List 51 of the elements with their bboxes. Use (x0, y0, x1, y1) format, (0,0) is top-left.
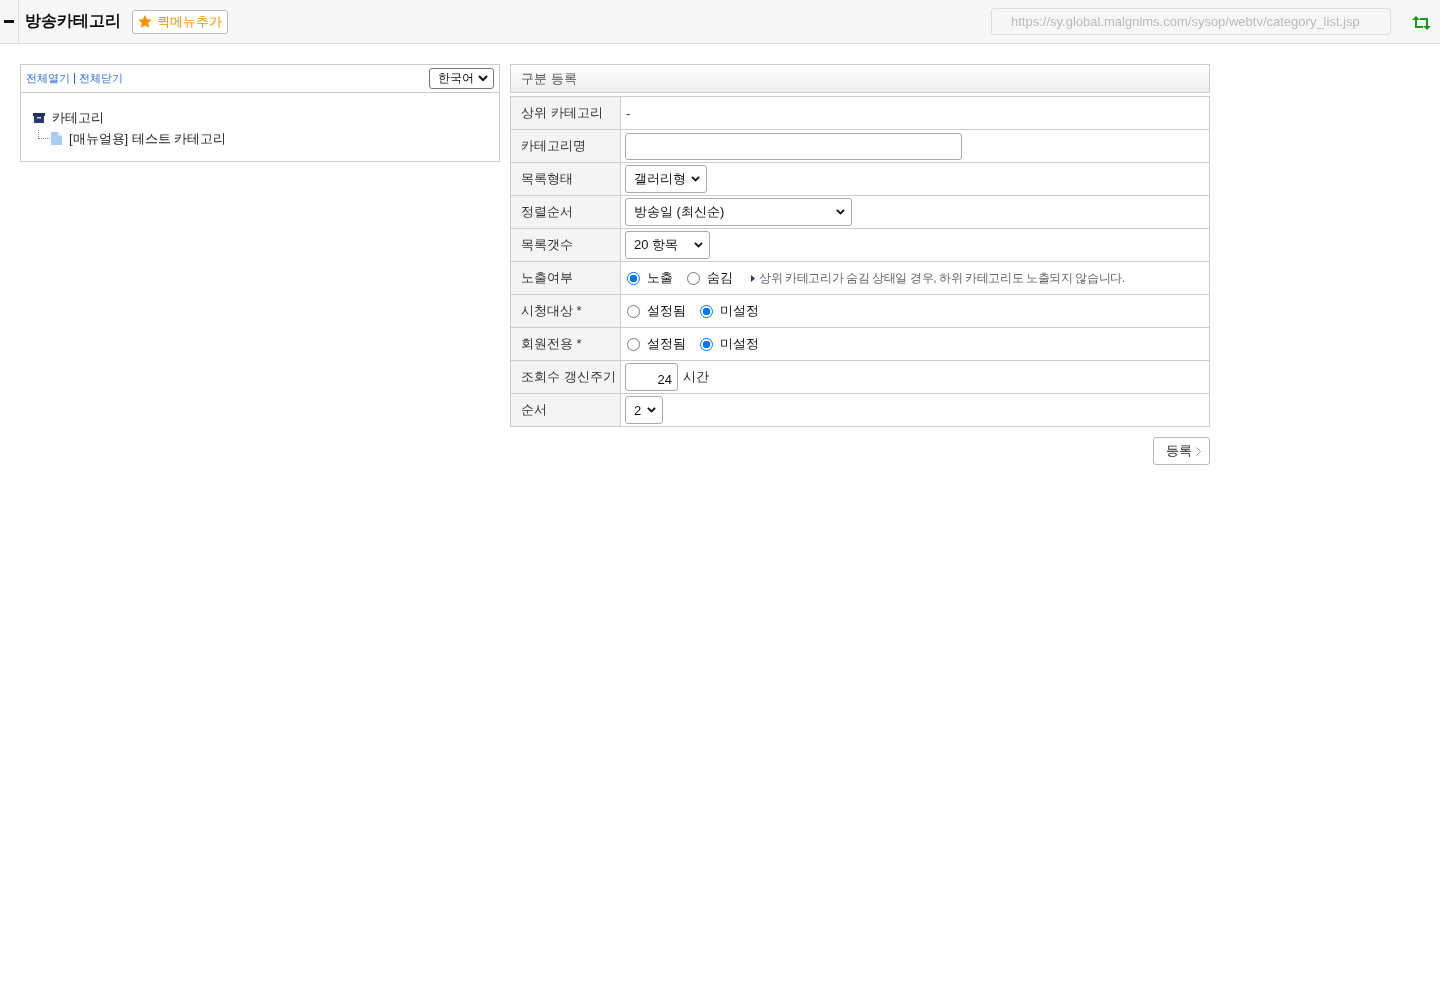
radio-label: 노출 (647, 269, 673, 287)
select-field[interactable]: 방송일 (최신순) (625, 198, 852, 226)
star-icon (138, 15, 152, 28)
expand-all-link[interactable]: 전체열기 (26, 71, 70, 86)
field-label: 목록갯수 (511, 229, 621, 261)
caret-icon (836, 209, 845, 215)
field-label: 노출여부 (511, 262, 621, 294)
refresh-icon[interactable] (1412, 15, 1431, 30)
submit-button[interactable]: 등록 (1153, 437, 1210, 465)
text-field[interactable] (625, 132, 962, 160)
collapse-all-link[interactable]: 전체닫기 (79, 71, 123, 86)
select-field[interactable]: 갤러리형 (625, 165, 707, 193)
radio-button[interactable] (700, 337, 713, 351)
tree-connector (38, 130, 50, 139)
field-label: 정렬순서 (511, 196, 621, 228)
select-field[interactable]: 20 항목 (625, 231, 710, 259)
chevron-right-icon (1196, 446, 1201, 456)
archive-box-icon (33, 112, 45, 123)
radio-label: 미설정 (720, 302, 759, 320)
radio-label: 미설정 (720, 335, 759, 353)
field-label: 상위 카테고리 (511, 97, 621, 129)
caret-icon (478, 75, 488, 82)
field-label: 회원전용 * (511, 328, 621, 360)
radio-button[interactable] (627, 304, 640, 318)
tree-item[interactable]: 카테고리 (52, 108, 104, 127)
radio-label: 숨김 (707, 269, 733, 287)
unit-label: 시간 (683, 368, 709, 386)
field-label: 목록형태 (511, 163, 621, 195)
page-title: 방송카테고리 (25, 11, 121, 31)
field-label: 시청대상 * (511, 295, 621, 327)
caret-icon (694, 242, 703, 248)
radio-button[interactable] (700, 304, 713, 318)
triangle-icon (751, 274, 755, 282)
document-icon (51, 132, 62, 145)
language-select[interactable]: 한국어 (429, 68, 494, 89)
tree-item[interactable]: [매뉴얼용] 테스트 카테고리 (69, 129, 227, 148)
field-label: 순서 (511, 394, 621, 426)
field-label: 카테고리명 (511, 130, 621, 162)
radio-label: 설정됨 (647, 335, 686, 353)
radio-button[interactable] (627, 271, 640, 285)
field-value: - (625, 105, 631, 121)
form-title: 구분 등록 (510, 64, 1210, 93)
hint-text: 상위 카테고리가 숨김 상태일 경우, 하위 카테고리도 노출되지 않습니다. (759, 269, 1125, 287)
radio-button[interactable] (627, 337, 640, 351)
caret-icon (647, 407, 656, 413)
select-field[interactable]: 2 (625, 396, 663, 424)
radio-button[interactable] (687, 271, 700, 285)
caret-icon (691, 176, 700, 182)
field-label: 조회수 갱신주기 (511, 361, 621, 393)
number-field[interactable]: 24 (625, 363, 678, 391)
radio-label: 설정됨 (647, 302, 686, 320)
